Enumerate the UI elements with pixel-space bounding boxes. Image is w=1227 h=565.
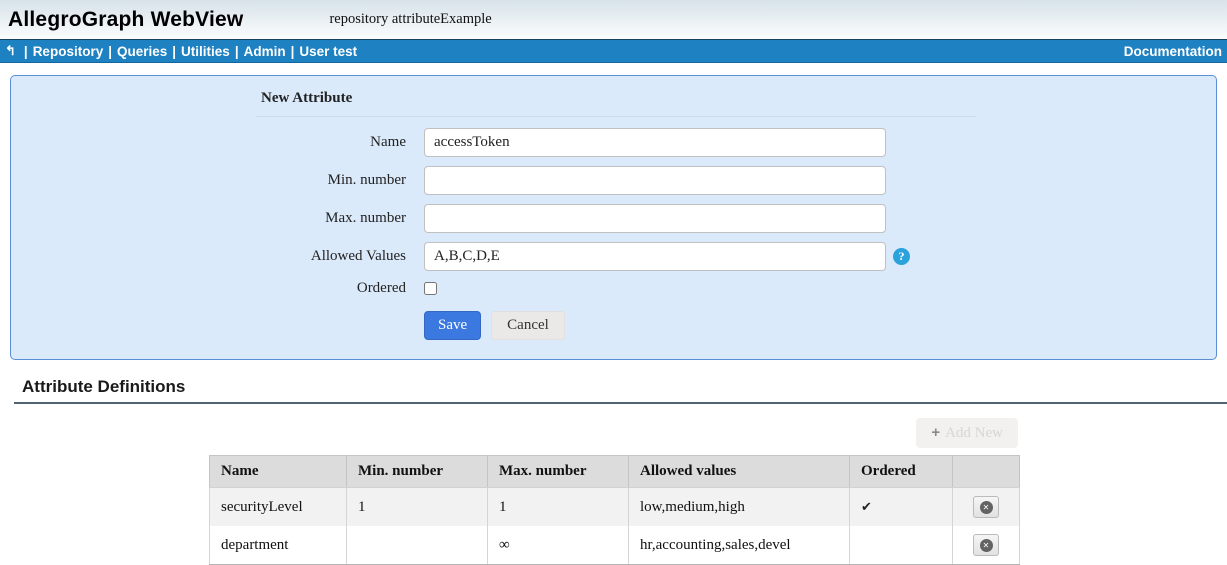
app-title: AllegroGraph WebView (8, 8, 243, 32)
col-header-name: Name (210, 456, 347, 488)
delete-attribute-button[interactable]: ✕ (973, 496, 999, 518)
cell-max: 1 (488, 488, 629, 527)
table-row: securityLevel 1 1 low,medium,high ✔ ✕ (210, 488, 1020, 527)
add-new-button[interactable]: + Add New (916, 418, 1018, 448)
add-new-label: Add New (945, 425, 1003, 441)
table-row: department ∞ hr,accounting,sales,devel ✕ (210, 526, 1020, 565)
name-input[interactable] (424, 128, 886, 157)
table-header-row: Name Min. number Max. number Allowed val… (210, 456, 1020, 488)
name-label: Name (11, 134, 406, 151)
max-number-input[interactable] (424, 204, 886, 233)
nav-item-utilities[interactable]: Utilities (181, 44, 230, 59)
allowed-values-input[interactable] (424, 242, 886, 271)
form-row-name: Name (11, 128, 1216, 157)
nav-separator: | (24, 44, 28, 59)
cell-ordered (850, 526, 953, 565)
min-number-label: Min. number (11, 172, 406, 189)
cell-max: ∞ (488, 526, 629, 565)
ordered-checkbox[interactable] (424, 282, 437, 295)
section-divider (14, 402, 1227, 404)
cell-name: department (210, 526, 347, 565)
cell-allowed: low,medium,high (629, 488, 850, 527)
cell-actions: ✕ (953, 488, 1020, 527)
new-attribute-panel: New Attribute Name Min. number Max. numb… (10, 75, 1217, 360)
nav-item-user[interactable]: User test (299, 44, 357, 59)
help-icon[interactable]: ? (893, 248, 910, 265)
nav-separator: | (235, 44, 239, 59)
delete-icon: ✕ (980, 501, 993, 514)
nav-separator: | (172, 44, 176, 59)
nav-item-repository[interactable]: Repository (33, 44, 104, 59)
nav-separator: | (291, 44, 295, 59)
allowed-values-label: Allowed Values (11, 248, 406, 265)
ordered-label: Ordered (11, 280, 406, 297)
repository-label: repository attributeExample (329, 11, 491, 28)
cell-name: securityLevel (210, 488, 347, 527)
save-button[interactable]: Save (424, 311, 481, 340)
nav-separator: | (108, 44, 112, 59)
col-header-ordered: Ordered (850, 456, 953, 488)
add-new-wrap: + Add New (0, 418, 1018, 448)
max-number-label: Max. number (11, 210, 406, 227)
nav-item-queries[interactable]: Queries (117, 44, 167, 59)
form-row-ordered: Ordered (11, 280, 1216, 297)
cell-min (347, 526, 488, 565)
attribute-definitions-table: Name Min. number Max. number Allowed val… (209, 455, 1020, 565)
nav-link-documentation[interactable]: Documentation (1124, 44, 1222, 59)
col-header-min: Min. number (347, 456, 488, 488)
cell-allowed: hr,accounting,sales,devel (629, 526, 850, 565)
panel-title: New Attribute (261, 90, 1216, 107)
col-header-max: Max. number (488, 456, 629, 488)
delete-attribute-button[interactable]: ✕ (973, 534, 999, 556)
form-row-min: Min. number (11, 166, 1216, 195)
panel-divider (256, 116, 976, 117)
form-row-max: Max. number (11, 204, 1216, 233)
delete-icon: ✕ (980, 539, 993, 552)
form-row-allowed: Allowed Values ? (11, 242, 1216, 271)
cancel-button[interactable]: Cancel (491, 311, 565, 340)
plus-icon: + (931, 424, 940, 441)
back-arrow-icon[interactable]: ↰ (5, 43, 16, 59)
attribute-definitions-heading: Attribute Definitions (22, 377, 1227, 397)
cell-actions: ✕ (953, 526, 1020, 565)
cell-ordered: ✔ (850, 488, 953, 527)
col-header-allowed: Allowed values (629, 456, 850, 488)
nav-item-admin[interactable]: Admin (244, 44, 286, 59)
col-header-actions (953, 456, 1020, 488)
min-number-input[interactable] (424, 166, 886, 195)
cell-min: 1 (347, 488, 488, 527)
app-header: AllegroGraph WebView repository attribut… (0, 0, 1227, 39)
main-navbar: ↰ | Repository | Queries | Utilities | A… (0, 39, 1227, 63)
form-buttons: Save Cancel (424, 311, 1216, 340)
